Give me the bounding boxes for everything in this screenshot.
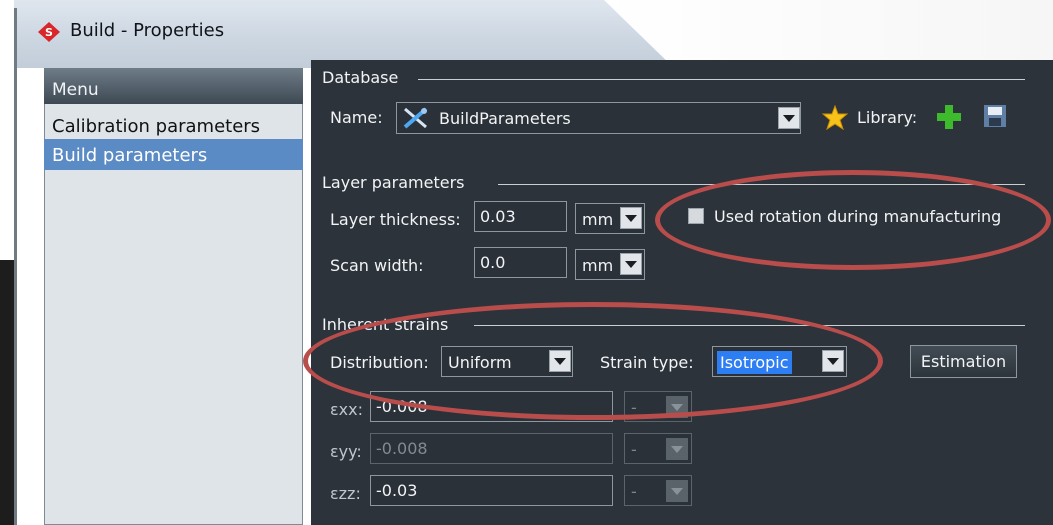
save-to-library-icon[interactable] [983,104,1007,128]
ezz-input[interactable]: -0.03 [370,475,613,506]
eyy-label: εyy: [330,442,362,461]
name-dropdown-arrow[interactable] [778,107,800,129]
ezz-unit: - [631,482,637,501]
library-label: Library: [857,108,918,127]
eyy-unit-arrow [666,438,688,460]
database-group-label: Database [322,68,399,87]
estimation-button[interactable]: Estimation [910,345,1017,378]
database-group-divider [418,79,1025,80]
svg-text:S: S [45,26,53,39]
layer-thickness-unit-arrow[interactable] [620,207,642,229]
scan-width-unit-arrow[interactable] [620,253,642,275]
scan-width-label: Scan width: [330,256,424,275]
exx-label: εxx: [330,400,363,419]
menu-header: Menu [44,68,303,104]
layer-thickness-unit: mm [582,210,614,229]
menu-item-calibration-parameters[interactable]: Calibration parameters [44,110,303,141]
name-value: BuildParameters [439,109,571,128]
add-to-library-icon[interactable] [936,104,962,130]
annotation-ellipse-rotation [655,170,1051,270]
scan-width-unit: mm [582,256,614,275]
layer-parameters-group-label: Layer parameters [322,173,465,192]
app-logo-icon: S [38,22,60,42]
eyy-unit: - [631,440,637,459]
ezz-unit-arrow [666,480,688,502]
ezz-label: εzz: [330,484,361,503]
star-icon [822,105,848,130]
layer-thickness-label: Layer thickness: [330,210,461,229]
window-title: Build - Properties [70,20,225,41]
menu-item-build-parameters[interactable]: Build parameters [44,139,303,170]
layer-thickness-input[interactable]: 0.03 [474,201,567,232]
desktop-edge [0,260,14,525]
name-combobox[interactable]: BuildParameters [396,102,801,134]
name-label: Name: [330,108,383,127]
build-parameters-icon [403,107,428,129]
scan-width-input[interactable]: 0.0 [474,247,567,278]
annotation-ellipse-strains [303,302,883,420]
eyy-input[interactable]: -0.008 [370,433,613,464]
